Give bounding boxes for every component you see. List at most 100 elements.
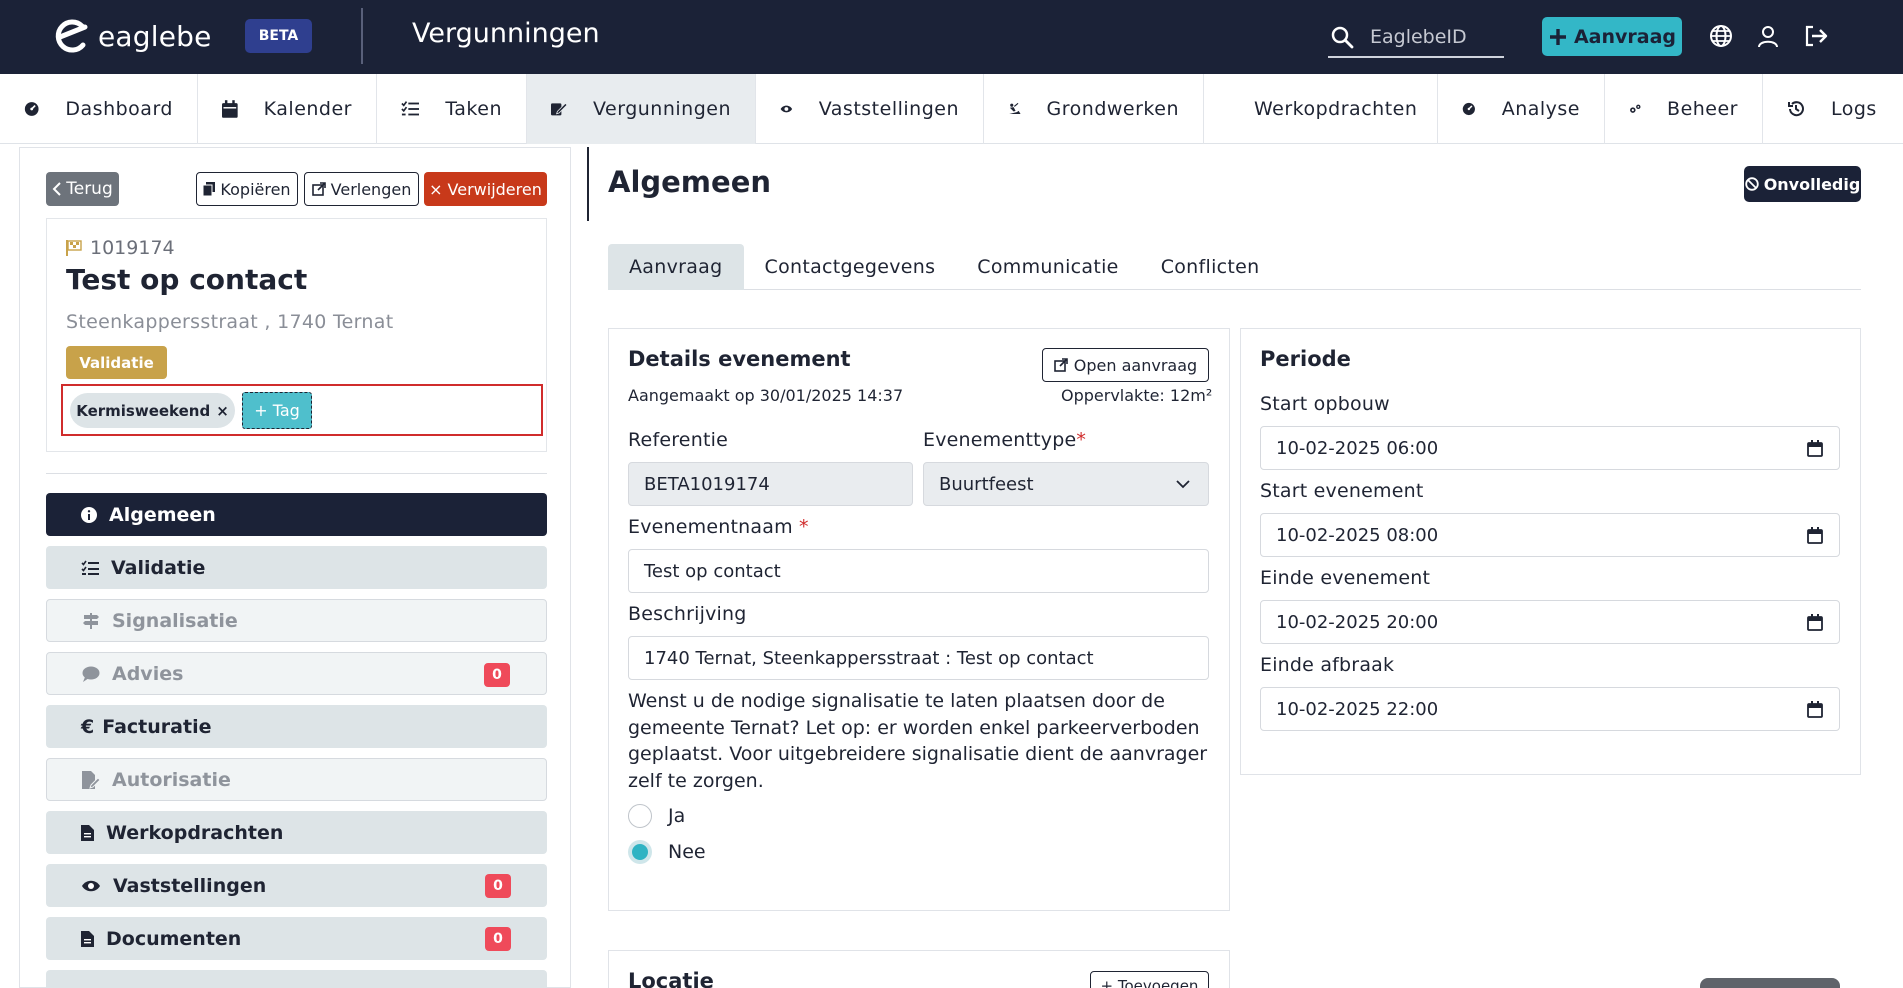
end-break-label: Einde afbraak (1260, 654, 1395, 676)
search-input[interactable] (1370, 26, 1500, 48)
topbar-divider (361, 8, 363, 64)
event-name-label: Evenementnaam * (628, 516, 809, 538)
extend-button[interactable]: Verlengen (304, 172, 419, 206)
status-badge: Validatie (66, 346, 167, 379)
nav-item-werkopdrachten[interactable]: Werkopdrachten (1204, 74, 1438, 144)
radio-option-ja[interactable]: Ja (628, 804, 685, 828)
sidebar-item-signalisatie[interactable]: Signalisatie (46, 599, 547, 642)
analysis-gauge-icon (1462, 102, 1475, 116)
sidebar-item-advies[interactable]: Advies 0 (46, 652, 547, 695)
tag-chip[interactable]: Kermisweekend × (70, 393, 235, 428)
sidebar-item-vaststellingen[interactable]: Vaststellingen 0 (46, 864, 547, 907)
sidebar-item-label: Validatie (111, 556, 206, 579)
info-circle-icon (81, 506, 97, 523)
partial-button[interactable] (1700, 978, 1840, 988)
logout-icon[interactable] (1803, 24, 1829, 48)
sidebar-item-documenten[interactable]: Documenten 0 (46, 917, 547, 960)
sidebar-item-label: Vaststellingen (113, 874, 267, 897)
euro-icon: € (81, 715, 95, 738)
permit-edit-icon (551, 102, 567, 116)
section-divider (587, 147, 589, 221)
digging-icon (1009, 102, 1021, 115)
tab-conflicten[interactable]: Conflicten (1140, 244, 1281, 290)
nav-label: Taken (445, 98, 502, 120)
calendar-icon[interactable] (1807, 440, 1823, 457)
area-value: Oppervlakte: 12m² (1061, 386, 1213, 405)
nav-item-taken[interactable]: Taken (377, 74, 527, 144)
nav-label: Werkopdrachten (1254, 98, 1418, 120)
eaglebe-logo[interactable]: eaglebe (52, 18, 212, 54)
sidebar-item-label: Werkopdrachten (106, 821, 284, 844)
nav-item-logs[interactable]: Logs (1763, 74, 1903, 144)
eye-icon (780, 105, 793, 113)
chevron-left-icon (52, 182, 61, 196)
dossier-id-value: 1019174 (90, 237, 175, 259)
details-title: Details evenement (628, 347, 851, 371)
radio-ja[interactable] (628, 804, 652, 828)
sidebar-item-autorisatie[interactable]: Autorisatie (46, 758, 547, 801)
copy-button[interactable]: Kopiëren (196, 172, 298, 206)
calendar-icon[interactable] (1807, 701, 1823, 718)
sidebar-item-algemeen[interactable]: Algemeen (46, 493, 547, 536)
radio-nee[interactable] (628, 840, 652, 864)
nav-item-analyse[interactable]: Analyse (1438, 74, 1605, 144)
nav-item-kalender[interactable]: Kalender (198, 74, 377, 144)
end-event-field[interactable]: 10-02-2025 20:00 (1260, 600, 1840, 644)
task-list-icon (81, 560, 99, 575)
delete-button[interactable]: × Verwijderen (424, 172, 547, 206)
required-marker: * (1076, 429, 1087, 451)
tab-contactgegevens[interactable]: Contactgegevens (744, 244, 957, 290)
open-aanvraag-button[interactable]: Open aanvraag (1042, 348, 1209, 382)
add-tag-button[interactable]: + Tag (242, 392, 312, 429)
end-event-label: Einde evenement (1260, 567, 1431, 589)
nav-label: Analyse (1501, 98, 1580, 120)
locatie-title: Locatie (628, 969, 714, 988)
calendar-icon[interactable] (1807, 614, 1823, 631)
calendar-icon (222, 100, 238, 118)
dossier-title: Test op contact (66, 263, 308, 296)
event-name-field[interactable]: Test op contact (628, 549, 1209, 593)
start-build-field[interactable]: 10-02-2025 06:00 (1260, 426, 1840, 470)
nav-label: Logs (1831, 98, 1877, 120)
nav-item-vaststellingen[interactable]: Vaststellingen (756, 74, 984, 144)
created-date: Aangemaakt op 30/01/2025 14:37 (628, 386, 904, 405)
dashboard-gauge-icon (24, 102, 39, 116)
nav-item-beheer[interactable]: Beheer (1605, 74, 1763, 144)
nav-item-vergunningen[interactable]: Vergunningen (527, 74, 756, 144)
sidebar-item-werkopdrachten[interactable]: Werkopdrachten (46, 811, 547, 854)
tab-aanvraag[interactable]: Aanvraag (608, 244, 744, 290)
new-aanvraag-button[interactable]: Aanvraag (1542, 17, 1682, 56)
page-title: Algemeen (608, 165, 772, 199)
start-event-field[interactable]: 10-02-2025 08:00 (1260, 513, 1840, 557)
globe-icon[interactable] (1709, 24, 1733, 48)
tag-remove-icon[interactable]: × (216, 402, 229, 420)
tag-label: Kermisweekend (76, 401, 211, 420)
start-event-label: Start evenement (1260, 480, 1424, 502)
reference-field[interactable]: BETA1019174 (628, 462, 913, 506)
end-break-field[interactable]: 10-02-2025 22:00 (1260, 687, 1840, 731)
sidebar-item-label: Advies (112, 662, 184, 685)
cogs-icon (1630, 104, 1641, 113)
sidebar-item-validatie[interactable]: Validatie (46, 546, 547, 589)
event-type-select[interactable]: Buurtfeest (923, 462, 1209, 506)
nav-item-grondwerken[interactable]: Grondwerken (984, 74, 1204, 144)
search-icon[interactable] (1330, 25, 1354, 49)
extend-label: Verlengen (330, 179, 412, 199)
radio-option-nee[interactable]: Nee (628, 840, 706, 864)
user-icon[interactable] (1756, 24, 1780, 48)
nav-label: Vergunningen (593, 98, 731, 120)
calendar-icon[interactable] (1807, 527, 1823, 544)
description-field[interactable]: 1740 Ternat, Steenkappersstraat : Test o… (628, 636, 1209, 680)
add-location-button[interactable]: + Toevoegen (1090, 971, 1209, 988)
sidebar-item-facturatie[interactable]: € Facturatie (46, 705, 547, 748)
chevron-down-icon (1176, 479, 1190, 488)
nav-item-dashboard[interactable]: Dashboard (0, 74, 198, 144)
sidebar-item-more[interactable] (46, 970, 547, 988)
back-button[interactable]: Terug (46, 172, 119, 206)
comment-icon (82, 666, 100, 682)
end-event-value: 10-02-2025 20:00 (1276, 611, 1439, 633)
document-icon (81, 824, 94, 841)
tab-communicatie[interactable]: Communicatie (956, 244, 1139, 290)
ban-icon (1744, 177, 1759, 191)
status-pill: Onvolledig (1744, 166, 1861, 202)
